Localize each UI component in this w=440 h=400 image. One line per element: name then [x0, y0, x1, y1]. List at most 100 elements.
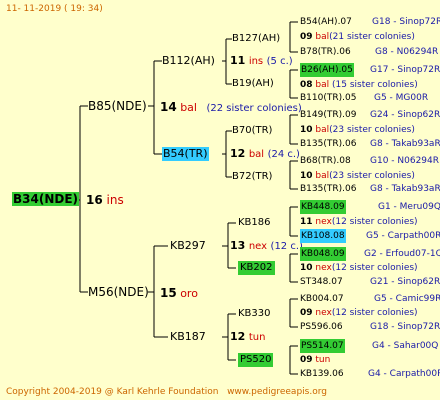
gen4-num: 11: [300, 217, 313, 227]
gen2-queen-2[interactable]: B54(TR): [162, 147, 209, 161]
gen4-name: B26(AH).05: [301, 65, 353, 75]
gen4-info: G5 - Camic99R: [374, 294, 440, 304]
gen2-queen-4[interactable]: KB187: [170, 330, 206, 344]
gen4-sisters: (23 sister colonies): [329, 125, 415, 135]
gen4-breed: bal: [315, 80, 330, 90]
gen4-name: KB048.09: [301, 249, 345, 259]
gen4-row[interactable]: KB448.09: [300, 200, 346, 214]
gen3-queen-8[interactable]: PS520: [238, 353, 274, 367]
gen2-3-breed: nex: [248, 241, 268, 252]
gen3-queen-5[interactable]: KB186: [238, 216, 271, 230]
gen1-a-sisters: (22 sister colonies): [206, 103, 302, 114]
gen1-queen-b[interactable]: M56(NDE): [88, 285, 149, 299]
gen2-2-breed: bal: [248, 149, 265, 160]
gen3-queen-1[interactable]: B127(AH): [232, 32, 280, 46]
gen2-4-breed: tun: [248, 332, 266, 343]
gen4-breed: nex: [315, 263, 332, 273]
gen2-queen-3[interactable]: KB297: [170, 239, 206, 253]
gen4-sisters: (12 sister colonies): [331, 263, 418, 273]
copyright-text: Copyright 2004-2019 @ Karl Kehrle Founda…: [6, 387, 219, 397]
gen4-name: B68(TR).08: [300, 156, 351, 166]
gen3-queen-7[interactable]: KB330: [238, 307, 271, 321]
gen4-row[interactable]: B135(TR).06: [300, 182, 356, 196]
gen4-num: 10: [300, 125, 313, 135]
gen4-sister-row: 10 bal(23 sister colonies): [300, 123, 415, 137]
gen4-sister-row: 08 bal (15 sister colonies): [300, 78, 418, 92]
gen2-queen-1[interactable]: B112(AH): [162, 54, 215, 68]
gen4-info: G8 - N06294R: [375, 47, 439, 57]
gen1-b-info: 15 oro: [160, 286, 198, 301]
gen4-sister-row: 11 nex(12 sister colonies): [300, 215, 418, 229]
gen4-breed: tun: [315, 355, 331, 365]
gen4-row[interactable]: ST348.07: [300, 275, 343, 289]
gen1-a-info: 14 bal (22 sister colonies): [160, 100, 302, 116]
gen4-info: G2 - Erfoud07-1Q: [364, 249, 440, 259]
gen4-breed: bal: [315, 171, 330, 181]
gen4-row[interactable]: KB048.09: [300, 247, 346, 261]
gen4-breed: bal: [315, 32, 330, 42]
gen1-queen-a[interactable]: B85(NDE): [88, 99, 147, 113]
gen3-queen-2[interactable]: B19(AH): [232, 77, 274, 91]
gen1-a-num: 14: [160, 100, 177, 114]
gen4-info: G24 - Sinop62R: [370, 110, 440, 120]
gen4-row[interactable]: KB004.07: [300, 292, 344, 306]
gen4-name: PS514.07: [301, 341, 344, 351]
gen4-info: G5 - MG00R: [374, 93, 429, 103]
gen4-name: B54(AH).07: [300, 17, 352, 27]
gen4-row[interactable]: KB108.08: [300, 229, 346, 243]
gen4-row[interactable]: B149(TR).09: [300, 108, 356, 122]
gen2-4-info: 12 tun: [230, 330, 265, 345]
gen4-info: G10 - N06294R: [370, 156, 440, 166]
gen4-name: B78(TR).06: [300, 47, 351, 57]
gen4-row[interactable]: PS514.07: [300, 339, 345, 353]
gen4-info: G8 - Takab93aR: [370, 184, 440, 194]
gen4-info: G5 - Carpath00R: [366, 231, 440, 241]
gen4-row[interactable]: B68(TR).08: [300, 154, 351, 168]
gen4-row[interactable]: B110(TR).05: [300, 91, 356, 105]
gen3-queen-6[interactable]: KB202: [238, 261, 275, 275]
gen4-sisters: (15 sister colonies): [332, 80, 418, 90]
gen4-row[interactable]: B78(TR).06: [300, 45, 351, 59]
gen1-b-breed: oro: [180, 287, 198, 300]
gen4-breed: nex: [315, 308, 332, 318]
gen2-1-num: 11: [230, 54, 246, 67]
gen4-name: B110(TR).05: [300, 93, 357, 103]
gen2-3-num: 13: [230, 239, 246, 252]
gen1-a-breed: bal: [180, 101, 197, 114]
gen4-name: B149(TR).09: [300, 110, 357, 120]
gen4-info: G17 - Sinop72R: [370, 65, 440, 75]
gen3-queen-4[interactable]: B72(TR): [232, 170, 272, 184]
pedigree-chart: { "header": { "date": "11- 11-2019 ( 19:…: [0, 0, 440, 400]
gen4-breed: bal: [315, 125, 330, 135]
root-queen[interactable]: B34(NDE): [12, 192, 80, 206]
site-link[interactable]: www.pedigreeapis.org: [227, 387, 327, 397]
gen1-b-num: 15: [160, 286, 177, 300]
gen2-4-num: 12: [230, 330, 246, 343]
gen4-row[interactable]: B26(AH).05: [300, 63, 354, 77]
gen4-sisters: (12 sister colonies): [331, 308, 418, 318]
gen4-sisters: (23 sister colonies): [329, 171, 415, 181]
gen4-row[interactable]: KB139.06: [300, 367, 344, 381]
gen4-sister-row: 09 nex(12 sister colonies): [300, 306, 418, 320]
gen4-name: ST348.07: [300, 277, 343, 287]
gen3-queen-3[interactable]: B70(TR): [232, 124, 272, 138]
gen4-name: B135(TR).06: [300, 184, 357, 194]
root-info: 16 ins: [86, 193, 124, 207]
gen2-3-info: 13 nex (12 c.): [230, 239, 303, 254]
gen4-sister-row: 10 nex(12 sister colonies): [300, 261, 418, 275]
gen4-name: KB139.06: [300, 369, 344, 379]
gen4-row[interactable]: B54(AH).07: [300, 15, 352, 29]
gen4-num: 10: [300, 263, 313, 273]
gen4-info: G4 - Carpath00R: [368, 369, 440, 379]
gen4-row[interactable]: B135(TR).06: [300, 137, 356, 151]
gen2-2-sisters: (24 c.): [267, 149, 300, 160]
gen4-sister-row: 09 bal(21 sister colonies): [300, 30, 415, 44]
gen4-sister-row: 10 bal(23 sister colonies): [300, 169, 415, 183]
gen4-name: PS596.06: [300, 322, 343, 332]
gen2-2-info: 12 bal (24 c.): [230, 147, 300, 162]
gen4-name: KB108.08: [301, 231, 345, 241]
gen4-row[interactable]: PS596.06: [300, 320, 343, 334]
gen4-num: 09: [300, 32, 313, 42]
gen2-3-sisters: (12 c.): [270, 241, 303, 252]
gen4-num: 09: [300, 355, 313, 365]
